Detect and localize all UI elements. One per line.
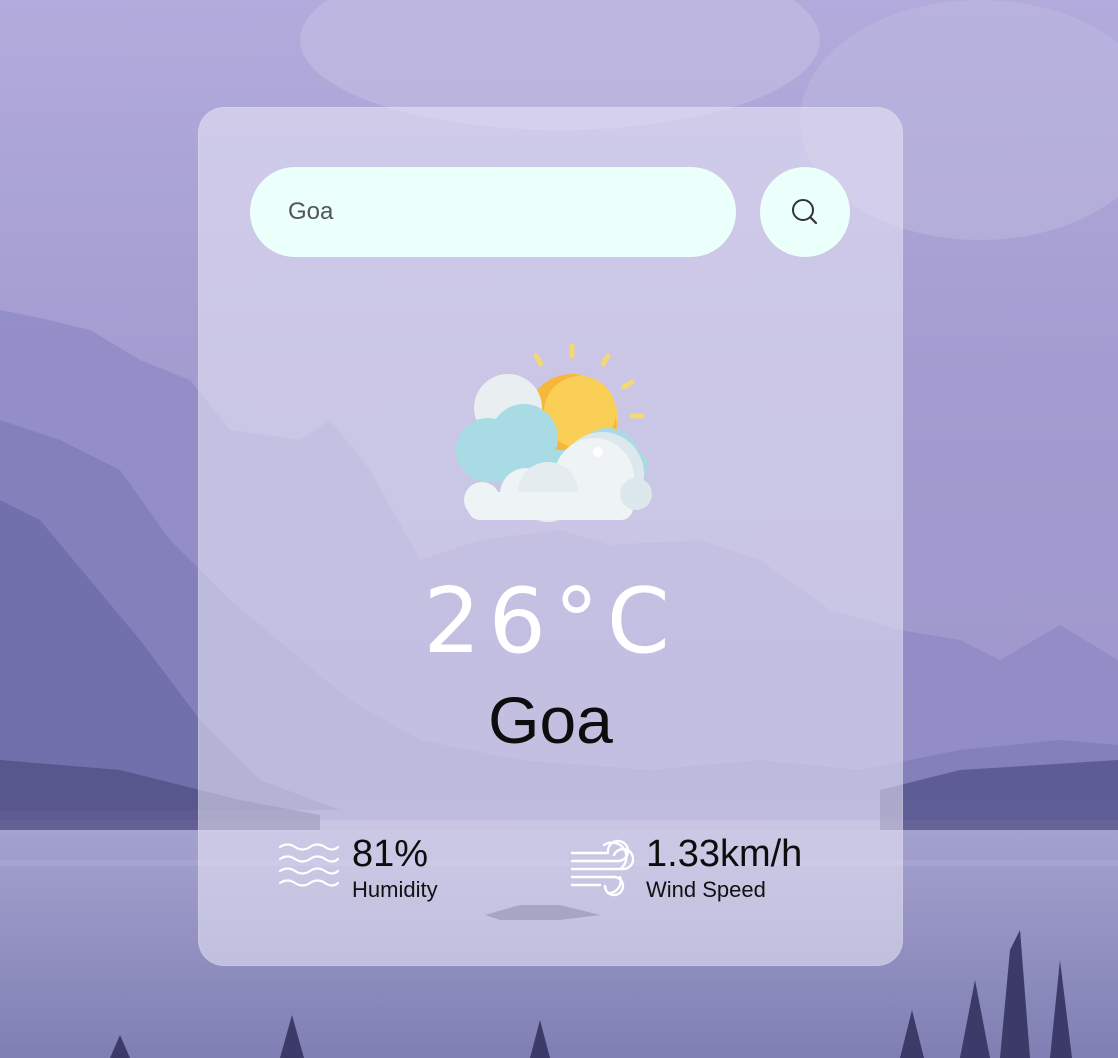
app-background: 26°C Goa 81% Humidity	[0, 0, 1118, 1058]
city-search-input[interactable]	[250, 167, 736, 257]
humidity-waves-icon	[278, 843, 340, 887]
search-icon	[792, 199, 818, 225]
wind-icon	[570, 839, 634, 897]
search-button[interactable]	[760, 167, 850, 257]
wind-speed-value: 1.33km/h	[646, 833, 803, 875]
partly-cloudy-sun-icon	[456, 343, 652, 522]
humidity-value: 81%	[352, 833, 429, 875]
wind-speed-label: Wind Speed	[646, 877, 766, 902]
weather-card: 26°C Goa 81% Humidity	[198, 107, 903, 966]
humidity-label: Humidity	[352, 877, 438, 902]
humidity-detail: 81% Humidity	[278, 835, 438, 901]
city-name: Goa	[488, 683, 613, 757]
wind-detail: 1.33km/h Wind Speed	[570, 835, 802, 901]
temperature-value: 26°C	[423, 569, 678, 674]
